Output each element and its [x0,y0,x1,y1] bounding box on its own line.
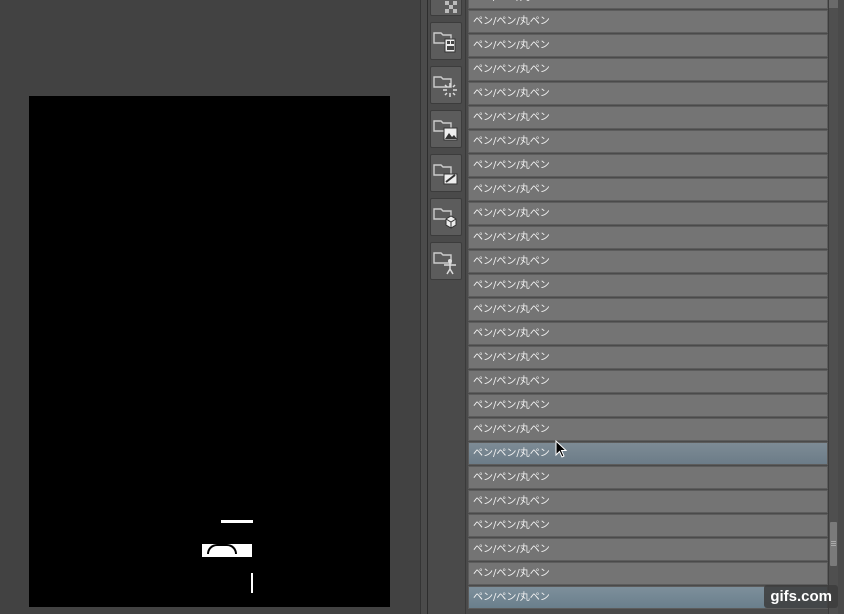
pen-stroke-curve [207,544,237,554]
material-list-item[interactable]: ペン/ペン/丸ペン [468,418,828,441]
material-list-item[interactable]: ペン/ペン/丸ペン [468,562,828,585]
panel-splitter[interactable] [420,0,428,614]
material-list-item[interactable]: ペン/ペン/丸ペン [468,178,828,201]
transparency-folder-icon[interactable] [430,0,462,16]
drawing-canvas[interactable] [29,96,390,607]
scrollbar[interactable] [828,0,838,614]
material-list-item[interactable]: ペン/ペン/丸ペン [468,346,828,369]
canvas-workspace[interactable] [0,0,420,614]
app-window: ペン/ペン/丸ペン ペン/ペン/丸ペン ペン/ペン/丸ペン ペン/ペン/丸ペン ペン/ペ… [0,0,844,614]
material-list-item[interactable]: ペン/ペン/丸ペン [468,442,828,465]
material-list-item[interactable]: ペン/ペン/丸ペン [468,154,828,177]
material-list: ペン/ペン/丸ペン ペン/ペン/丸ペン ペン/ペン/丸ペン ペン/ペン/丸ペン ペン/ペ… [468,0,828,610]
pose-folder-icon[interactable] [430,242,462,280]
material-list-item[interactable]: ペン/ペン/丸ペン [468,82,828,105]
pattern-folder-icon[interactable] [430,22,462,60]
effect-folder-icon[interactable] [430,66,462,104]
material-list-item[interactable]: ペン/ペン/丸ペン [468,514,828,537]
material-list-panel: ペン/ペン/丸ペン ペン/ペン/丸ペン ペン/ペン/丸ペン ペン/ペン/丸ペン ペン/ペ… [466,0,844,614]
pen-stroke [221,520,253,523]
material-list-item[interactable]: ペン/ペン/丸ペン [468,394,828,417]
scroll-thumb[interactable] [830,522,837,566]
material-list-item[interactable]: ペン/ペン/丸ペン [468,274,828,297]
material-list-item[interactable]: ペン/ペン/丸ペン [468,466,828,489]
material-list-item[interactable]: ペン/ペン/丸ペン [468,490,828,513]
material-list-item[interactable]: ペン/ペン/丸ペン [468,322,828,345]
material-list-item[interactable]: ペン/ペン/丸ペン [468,130,828,153]
material-list-item[interactable]: ペン/ペン/丸ペン [468,10,828,33]
image-folder-icon[interactable] [430,110,462,148]
scroll-up-button[interactable] [829,0,838,8]
material-category-bar [428,0,466,614]
material-list-item[interactable]: ペン/ペン/丸ペン [468,226,828,249]
material-list-item[interactable]: ペン/ペン/丸ペン [468,250,828,273]
edit-folder-icon[interactable] [430,154,462,192]
watermark: gifs.com [764,585,838,608]
material-list-item[interactable]: ペン/ペン/丸ペン [468,370,828,393]
material-list-item[interactable]: ペン/ペン/丸ペン [468,106,828,129]
pen-stroke [251,573,253,593]
3d-object-folder-icon[interactable] [430,198,462,236]
material-list-item[interactable]: ペン/ペン/丸ペン [468,202,828,225]
material-list-item[interactable]: ペン/ペン/丸ペン [468,58,828,81]
material-list-item[interactable]: ペン/ペン/丸ペン [468,538,828,561]
material-list-item[interactable]: ペン/ペン/丸ペン [468,34,828,57]
material-list-item[interactable]: ペン/ペン/丸ペン [468,0,828,9]
mouse-cursor-icon [555,440,568,458]
material-list-item[interactable]: ペン/ペン/丸ペン [468,298,828,321]
